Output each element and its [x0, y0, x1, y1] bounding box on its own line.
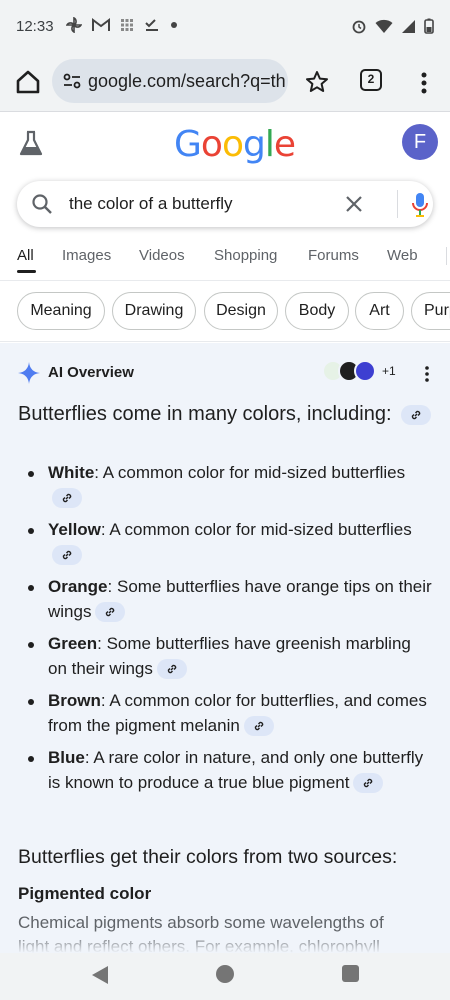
citation-link-chip[interactable] [353, 773, 384, 794]
tabs-separator [446, 247, 447, 265]
list-item: Blue: A rare color in nature, and only o… [24, 746, 434, 795]
home-button[interactable] [216, 965, 234, 983]
signal-icon [402, 19, 415, 33]
chip-body[interactable]: Body [285, 292, 349, 330]
item-term: Yellow [48, 520, 101, 539]
tab-shopping[interactable]: Shopping [214, 247, 277, 264]
item-text: : Some butterflies have greenish marblin… [48, 634, 411, 678]
citation-link-chip[interactable] [401, 404, 432, 425]
tab-images[interactable]: Images [62, 247, 111, 264]
clear-icon[interactable] [343, 193, 365, 215]
content-fade [0, 933, 450, 953]
item-term: Blue [48, 748, 85, 767]
system-icons [351, 18, 434, 34]
list-item: Green: Some butterflies have greenish ma… [24, 632, 434, 681]
item-term: Brown [48, 691, 101, 710]
citation-link-chip[interactable] [243, 716, 274, 737]
source-favicons[interactable]: +1 [322, 360, 396, 382]
link-icon [62, 493, 72, 503]
logo-letter: o [221, 124, 244, 165]
logo-letter: l [264, 124, 275, 165]
gemini-sparkle-icon [18, 362, 40, 384]
citation-link-chip[interactable] [95, 602, 126, 623]
search-input[interactable]: the color of a butterfly [69, 194, 232, 214]
section-heading: Butterflies get their colors from two so… [18, 846, 398, 868]
link-icon [411, 410, 421, 419]
search-divider [397, 190, 398, 218]
recents-button[interactable] [342, 965, 359, 982]
item-term: Green [48, 634, 98, 653]
color-list: White: A common color for mid-sized butt… [24, 461, 434, 803]
tab-web[interactable]: Web [387, 247, 418, 264]
status-time: 12:33 [16, 18, 54, 35]
item-text: : A common color for mid-sized butterfli… [100, 520, 412, 539]
list-item: Orange: Some butterflies have orange tip… [24, 575, 434, 624]
link-icon [106, 607, 115, 617]
url-text: google.com/search?q=th [88, 70, 286, 91]
chip-meaning[interactable]: Meaning [17, 292, 105, 330]
source-favicon[interactable] [354, 360, 376, 382]
item-text: : A common color for mid-sized butterfli… [94, 463, 406, 482]
tab-forums[interactable]: Forums [308, 247, 359, 264]
item-text: : A common color for butterflies, and co… [48, 691, 427, 735]
subheading: Pigmented color [18, 884, 152, 903]
labs-flask-icon[interactable] [18, 130, 44, 158]
list-item: White: A common color for mid-sized butt… [24, 461, 434, 510]
ai-more-options-icon[interactable] [422, 364, 432, 384]
chip-art[interactable]: Art [355, 292, 404, 330]
gmail-icon [92, 18, 110, 31]
active-tab-indicator [17, 270, 36, 273]
list-item: Yellow: A common color for mid-sized but… [24, 518, 434, 567]
item-term: White [48, 463, 95, 482]
logo-letter: e [273, 124, 296, 165]
list-item: Brown: A common color for butterflies, a… [24, 689, 434, 738]
sources-more-count[interactable]: +1 [382, 364, 396, 378]
tab-all[interactable]: All [17, 247, 34, 264]
logo-letter: g [242, 124, 266, 165]
battery-icon [424, 18, 434, 34]
pinwheel-icon [66, 17, 82, 33]
item-term: Orange [48, 577, 108, 596]
search-icon [32, 194, 52, 214]
microphone-icon[interactable] [411, 192, 429, 218]
status-bar: 12:33 [0, 0, 450, 56]
dot-icon [171, 22, 177, 28]
grid-icon [121, 19, 133, 31]
ai-lead-sentence: Butterflies come in many colors, includi… [18, 403, 432, 426]
refinement-chips: Meaning Drawing Design Body Art Purp [0, 280, 450, 342]
ai-overview-panel: AI Overview +1 Butterflies come in many … [0, 343, 450, 953]
notification-icons [66, 17, 178, 33]
home-icon[interactable] [14, 68, 42, 96]
chip-drawing[interactable]: Drawing [112, 292, 196, 330]
link-icon [167, 664, 177, 674]
chip-purple[interactable]: Purp [411, 292, 450, 330]
browser-toolbar: google.com/search?q=th 2 [0, 56, 450, 112]
search-tabs: All Images Videos Shopping Forums Web [0, 243, 450, 273]
more-options-icon[interactable] [414, 68, 434, 98]
bookmark-star-icon[interactable] [304, 69, 330, 95]
tune-icon[interactable] [62, 71, 82, 91]
citation-link-chip[interactable] [156, 659, 187, 680]
logo-letter: G [174, 124, 202, 165]
wifi-icon [375, 19, 393, 33]
citation-link-chip[interactable] [52, 488, 82, 509]
link-icon [254, 721, 264, 731]
logo-letter: o [200, 124, 223, 165]
link-icon [62, 550, 72, 560]
citation-link-chip[interactable] [52, 545, 82, 566]
checklist-icon [145, 19, 158, 31]
back-icon[interactable] [91, 965, 109, 985]
address-bar[interactable]: google.com/search?q=th [52, 59, 288, 103]
chip-design[interactable]: Design [204, 292, 278, 330]
tab-videos[interactable]: Videos [139, 247, 185, 264]
ai-overview-title: AI Overview [48, 364, 134, 381]
link-icon [364, 778, 373, 788]
search-box[interactable]: the color of a butterfly [17, 181, 433, 227]
alarm-icon [352, 20, 366, 34]
account-avatar[interactable]: F [402, 124, 438, 160]
tab-switcher-button[interactable]: 2 [360, 69, 382, 91]
lead-text: Butterflies come in many colors, includi… [18, 403, 392, 425]
system-nav-bar [0, 953, 450, 1000]
google-logo[interactable]: Google [174, 124, 296, 165]
